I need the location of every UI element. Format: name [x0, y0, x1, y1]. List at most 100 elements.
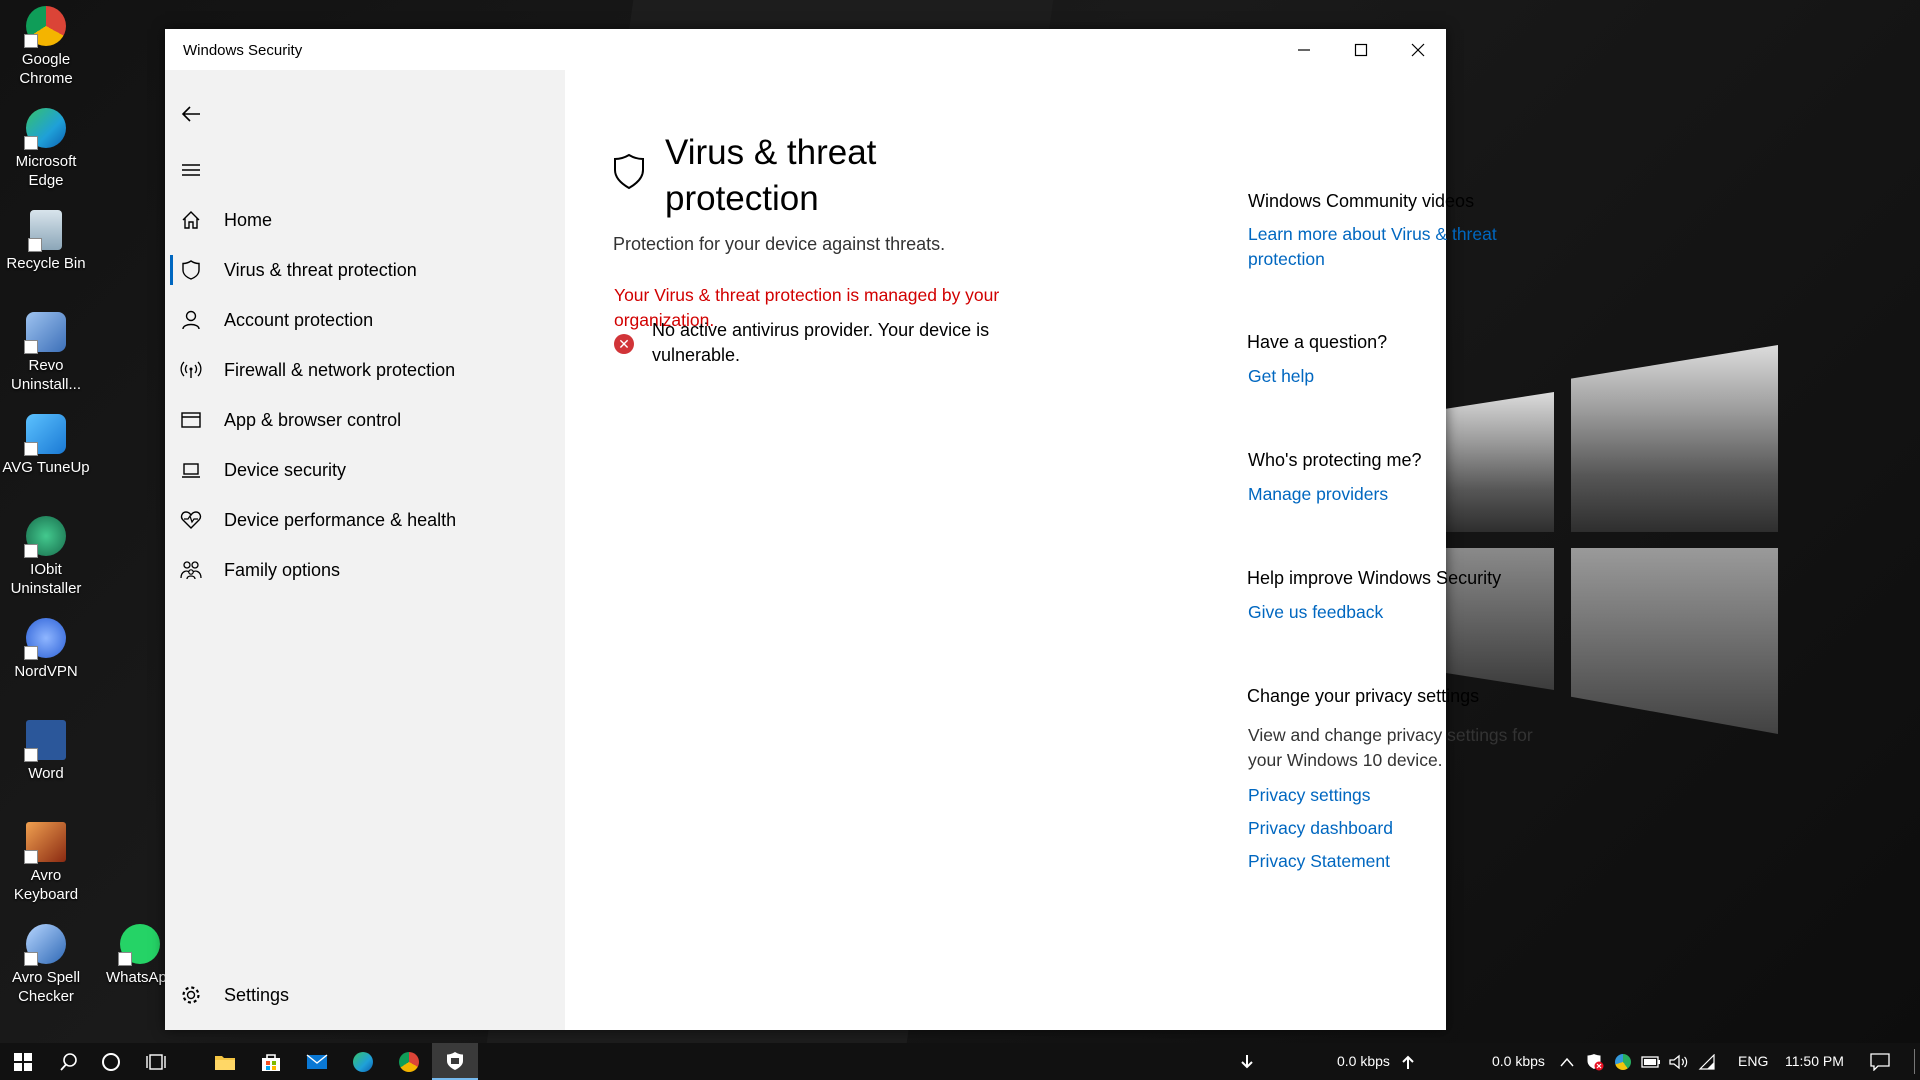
sidebar-item-device-performance[interactable]: Device performance & health [165, 495, 565, 545]
start-button[interactable] [0, 1043, 46, 1080]
privacy-dashboard-link[interactable]: Privacy dashboard [1248, 816, 1393, 841]
wallpaper-pane [1446, 392, 1554, 532]
taskbar-windows-security[interactable] [432, 1043, 478, 1080]
desktop-icon-edge[interactable]: Microsoft Edge [1, 108, 91, 190]
sidebar-item-account-protection[interactable]: Account protection [165, 295, 565, 345]
desktop-icon-chrome[interactable]: Google Chrome [1, 6, 91, 88]
taskbar-mail[interactable] [294, 1043, 340, 1080]
desktop-icon-whatsapp[interactable]: WhatsApp [96, 924, 170, 987]
taskbar-file-explorer[interactable] [202, 1043, 248, 1080]
tray-battery[interactable] [1637, 1043, 1665, 1080]
minimize-icon [1297, 48, 1310, 51]
gear-icon [179, 983, 203, 1007]
menu-button[interactable] [165, 145, 225, 195]
taskbar-edge[interactable] [340, 1043, 386, 1080]
sidebar-item-label: Family options [224, 559, 341, 580]
windows-security-window: Windows Security Home Virus & threat pro… [165, 29, 1533, 1030]
hamburger-menu-icon [179, 158, 203, 182]
tray-security[interactable] [1581, 1043, 1609, 1080]
chrome-icon [399, 1051, 419, 1072]
show-hidden-icons-button[interactable] [1553, 1043, 1581, 1080]
sidebar-item-firewall[interactable]: Firewall & network protection [165, 345, 565, 395]
antenna-icon [179, 358, 203, 382]
desktop-icon-iobit[interactable]: IObit Uninstaller [1, 516, 91, 598]
sidebar-item-device-security[interactable]: Device security [165, 445, 565, 495]
tray-volume[interactable] [1665, 1043, 1693, 1080]
page-shield-icon [612, 153, 646, 196]
search-icon [60, 1052, 77, 1071]
desktop-icon-revo[interactable]: Revo Uninstall... [1, 312, 91, 394]
recycle-bin-icon [28, 210, 62, 252]
mail-icon [306, 1053, 328, 1069]
sidebar-item-label: Home [224, 209, 273, 230]
taskbar-chrome[interactable] [386, 1043, 432, 1080]
task-view-button[interactable] [134, 1043, 180, 1080]
upload-speed-indicator[interactable] [1393, 1043, 1423, 1080]
shield-icon [447, 1051, 463, 1070]
whatsapp-icon [118, 924, 160, 966]
desktop-icon-nordvpn[interactable]: NordVPN [1, 618, 91, 681]
tray-app[interactable] [1609, 1043, 1637, 1080]
no-antivirus-alert: No active antivirus provider. Your devic… [652, 320, 990, 365]
download-arrow-icon [1241, 1054, 1253, 1068]
desktop-icon-label: Recycle Bin [6, 255, 86, 272]
manage-providers-link[interactable]: Manage providers [1248, 482, 1388, 507]
learn-more-link[interactable]: Learn more about Virus & threat protecti… [1248, 222, 1518, 272]
show-desktop-button[interactable] [1914, 1049, 1915, 1074]
sidebar-item-family-options[interactable]: Family options [165, 545, 565, 595]
sidebar-item-label: App & browser control [224, 409, 402, 430]
wifi-icon [1698, 1053, 1715, 1070]
language-indicator[interactable]: ENG [1738, 1053, 1768, 1069]
main-content: Virus & threat protection Protection for… [565, 70, 1533, 1030]
wallpaper-pane [1571, 548, 1778, 734]
maximize-button[interactable] [1332, 29, 1389, 70]
error-icon: ✕ [614, 334, 634, 354]
title-bar[interactable]: Windows Security [165, 29, 1446, 70]
back-button[interactable] [165, 89, 225, 139]
security-warning-icon [1587, 1053, 1604, 1070]
edge-icon [24, 108, 66, 150]
chrome-icon [24, 6, 66, 48]
family-icon [179, 558, 203, 582]
desktop-icon-label: Revo Uninstall... [10, 357, 82, 393]
home-icon [179, 208, 203, 232]
store-bag-icon [262, 1053, 280, 1071]
desktop-icon-avro-keyboard[interactable]: Avro Keyboard [1, 822, 91, 904]
sidebar-item-settings[interactable]: Settings [165, 970, 565, 1020]
browser-window-icon [179, 408, 203, 432]
chevron-up-icon [1560, 1057, 1574, 1066]
desktop-icon-label: Google Chrome [19, 51, 73, 87]
colorful-app-icon [1615, 1053, 1631, 1070]
navigation-sidebar: Home Virus & threat protection Account p… [165, 70, 565, 1030]
get-help-link[interactable]: Get help [1248, 364, 1314, 389]
sidebar-item-home[interactable]: Home [165, 195, 565, 245]
minimize-button[interactable] [1275, 29, 1332, 70]
privacy-settings-link[interactable]: Privacy settings [1248, 783, 1371, 808]
search-button[interactable] [46, 1043, 92, 1080]
desktop-icon-recycle-bin[interactable]: Recycle Bin [1, 210, 91, 273]
desktop-icon-avg[interactable]: AVG TuneUp [1, 414, 91, 477]
action-center-button[interactable] [1857, 1043, 1903, 1080]
sidebar-item-app-browser-control[interactable]: App & browser control [165, 395, 565, 445]
clock[interactable]: 11:50 PM [1785, 1053, 1844, 1069]
close-button[interactable] [1389, 29, 1446, 70]
sidebar-item-label: Virus & threat protection [224, 259, 417, 280]
taskbar-store[interactable] [248, 1043, 294, 1080]
download-speed-indicator[interactable] [1230, 1043, 1264, 1080]
desktop-icon-avro-spell[interactable]: Avro Spell Checker [1, 924, 91, 1006]
desktop-icon-label: Microsoft Edge [15, 153, 77, 189]
task-view-icon [146, 1053, 166, 1070]
desktop-icon-word[interactable]: Word [1, 720, 91, 783]
edge-icon [353, 1051, 373, 1072]
desktop-icon-label: Avro Keyboard [13, 867, 79, 903]
sidebar-item-label: Account protection [224, 309, 374, 330]
give-feedback-link[interactable]: Give us feedback [1248, 600, 1383, 625]
cortana-button[interactable] [88, 1043, 134, 1080]
tray-wifi[interactable] [1693, 1043, 1721, 1080]
windows-logo-icon [14, 1052, 32, 1071]
privacy-statement-link[interactable]: Privacy Statement [1248, 849, 1390, 874]
laptop-icon [179, 458, 203, 482]
help-improve-heading: Help improve Windows Security [1247, 568, 1502, 588]
wallpaper-pane [1571, 345, 1778, 532]
sidebar-item-virus-threat-protection[interactable]: Virus & threat protection [165, 245, 565, 295]
